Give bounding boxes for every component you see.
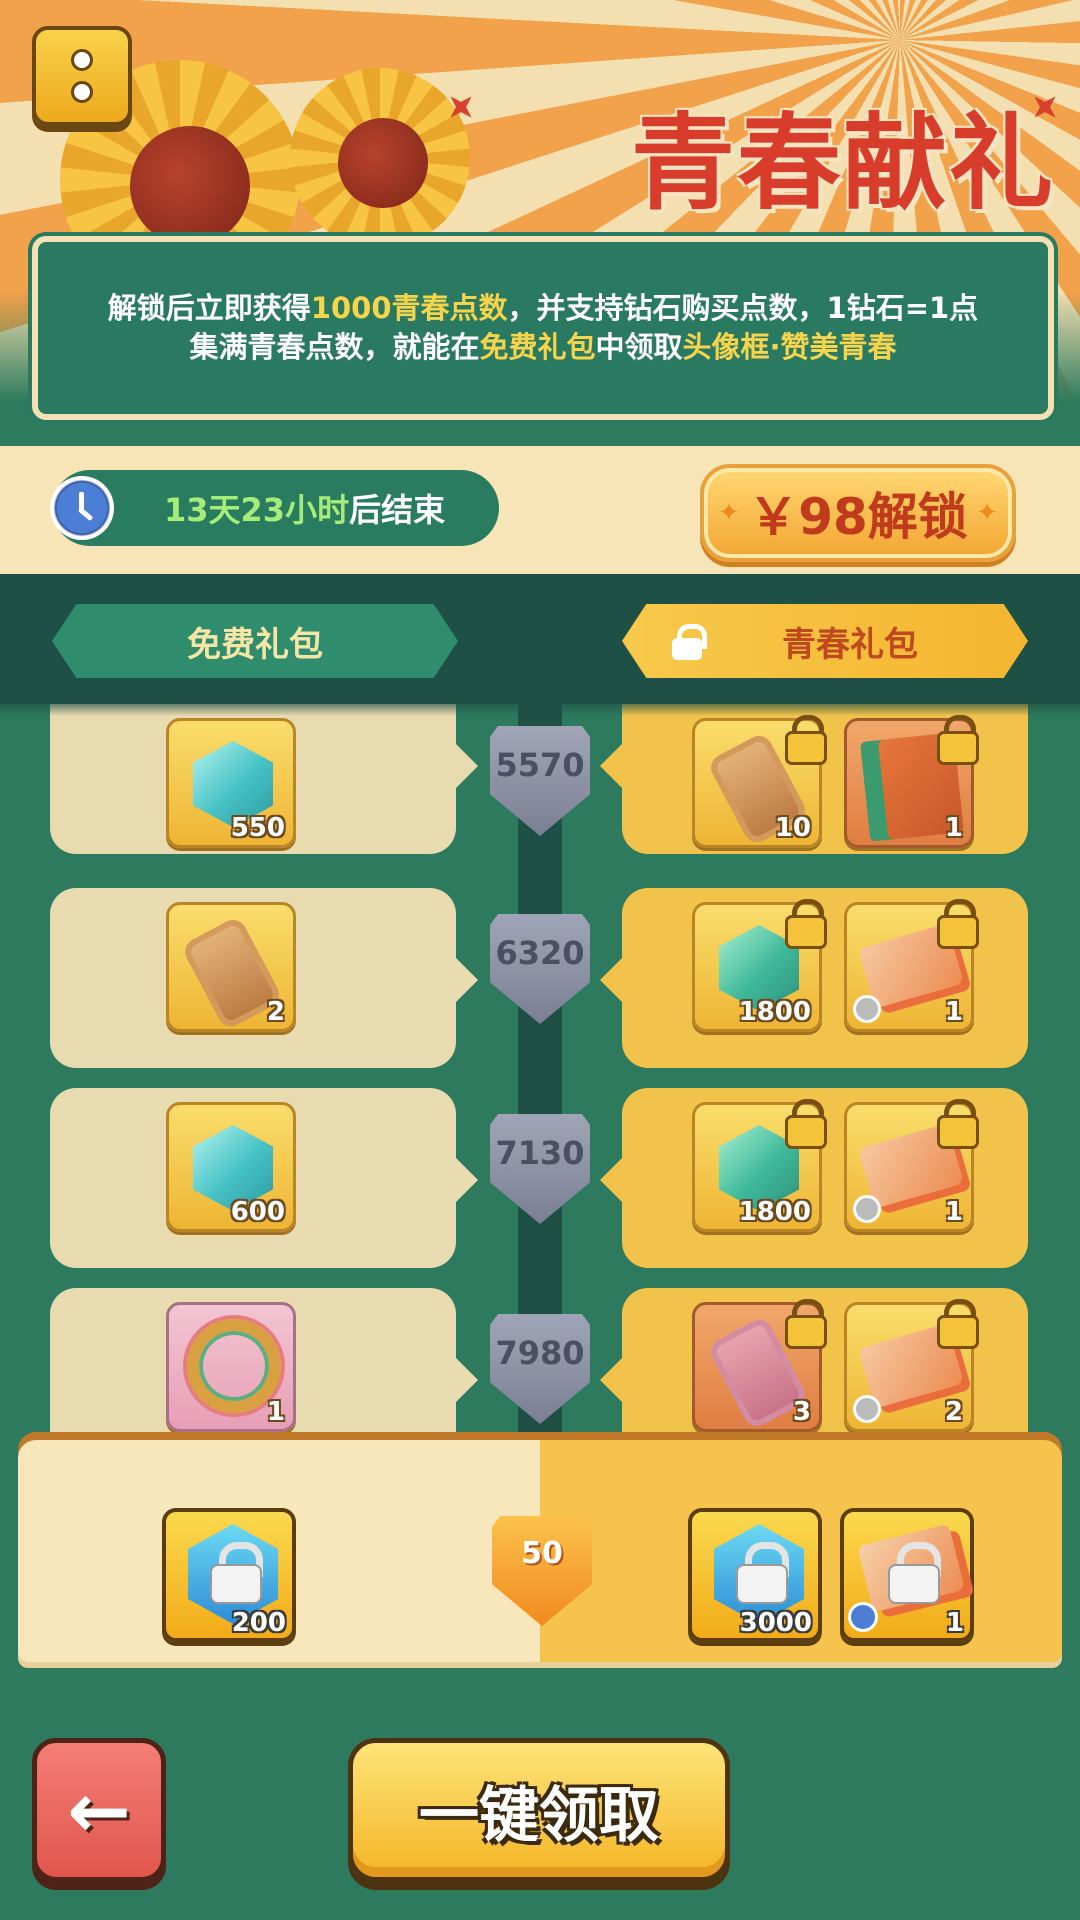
level-badge: 7130 [490,1114,590,1224]
reward-item[interactable]: 1800 [692,899,827,1032]
dot-icon [71,49,93,71]
page-title: 青春献礼 [630,102,1055,224]
unlock-button[interactable]: ￥98解锁 [700,464,1016,562]
padlock-icon [935,899,979,949]
clock-icon [853,995,881,1023]
reward-item[interactable]: 1 [844,715,979,848]
clock-icon [848,1602,878,1632]
reward-item[interactable]: 1 [844,1099,979,1232]
paid-reward-card: 10 1 [600,704,1028,854]
paid-reward-card: 1800 1 [600,1088,1028,1268]
tabs-bar: 免费礼包 青春礼包 [0,574,1080,704]
level-badge: 6320 [490,914,590,1024]
timer-strip: 13天23小时后结束 ￥98解锁 [0,446,1080,574]
current-level-bar: 200 50 3000 1 [18,1440,1062,1662]
info-panel: 解锁后立即获得1000青春点数，并支持钻石购买点数，1钻石=1点 集满青春点数，… [32,236,1054,420]
lock-icon [888,1542,941,1604]
list-top-shadow [0,704,1080,716]
tab-free-pack[interactable]: 免费礼包 [52,604,458,678]
locked-reward-item[interactable]: 1 [840,1508,974,1642]
timer-pill: 13天23小时后结束 [50,470,499,546]
reward-row: 550 5570 10 1 [0,704,1080,854]
back-arrow-icon: ← [67,1765,131,1855]
padlock-icon [783,899,827,949]
level-badge: 7980 [490,1314,590,1424]
claim-all-button[interactable]: 一键领取 [348,1738,730,1882]
reward-item[interactable]: 550 [166,718,296,848]
reward-item[interactable]: 2 [166,902,296,1032]
reward-row: 600 7130 1800 1 [0,1088,1080,1268]
paid-reward-card: 1800 1 [600,888,1028,1068]
info-line-1: 解锁后立即获得1000青春点数，并支持钻石购买点数，1钻石=1点 [107,291,979,325]
free-reward-card: 600 [50,1088,478,1268]
locked-reward-item[interactable]: 3000 [688,1508,822,1642]
reward-item[interactable]: 1 [166,1302,296,1432]
clock-icon [853,1395,881,1423]
tab-youth-pack[interactable]: 青春礼包 [622,604,1028,678]
menu-button[interactable] [32,26,132,126]
reward-item[interactable]: 1 [844,899,979,1032]
free-reward-card: 2 [50,888,478,1068]
lock-icon [672,624,707,660]
back-button[interactable]: ← [32,1738,166,1882]
locked-reward-item[interactable]: 200 [162,1508,296,1642]
reward-item[interactable]: 1800 [692,1099,827,1232]
clock-icon [853,1195,881,1223]
info-line-2: 集满青春点数，就能在免费礼包中领取头像框·赞美青春 [189,330,897,364]
timer-text: 13天23小时后结束 [164,491,446,529]
padlock-icon [783,1099,827,1149]
level-badge: 5570 [490,726,590,836]
reward-item[interactable]: 10 [692,715,827,848]
padlock-icon [935,1299,979,1349]
lock-icon [736,1542,789,1604]
reward-row: 2 6320 1800 1 [0,888,1080,1068]
padlock-icon [935,1099,979,1149]
padlock-icon [783,1299,827,1349]
padlock-icon [935,715,979,765]
current-level-badge: 50 [492,1516,592,1626]
reward-item[interactable]: 3 [692,1299,827,1432]
sunflower-icon [290,68,470,248]
reward-item[interactable]: 600 [166,1102,296,1232]
padlock-icon [783,715,827,765]
dot-icon [71,81,93,103]
reward-list[interactable]: 550 5570 10 1 2 6320 1800 1 600 7130 180… [0,704,1080,1474]
clock-icon [50,476,114,540]
lock-icon [210,1542,263,1604]
free-reward-card: 550 [50,704,478,854]
reward-item[interactable]: 2 [844,1299,979,1432]
